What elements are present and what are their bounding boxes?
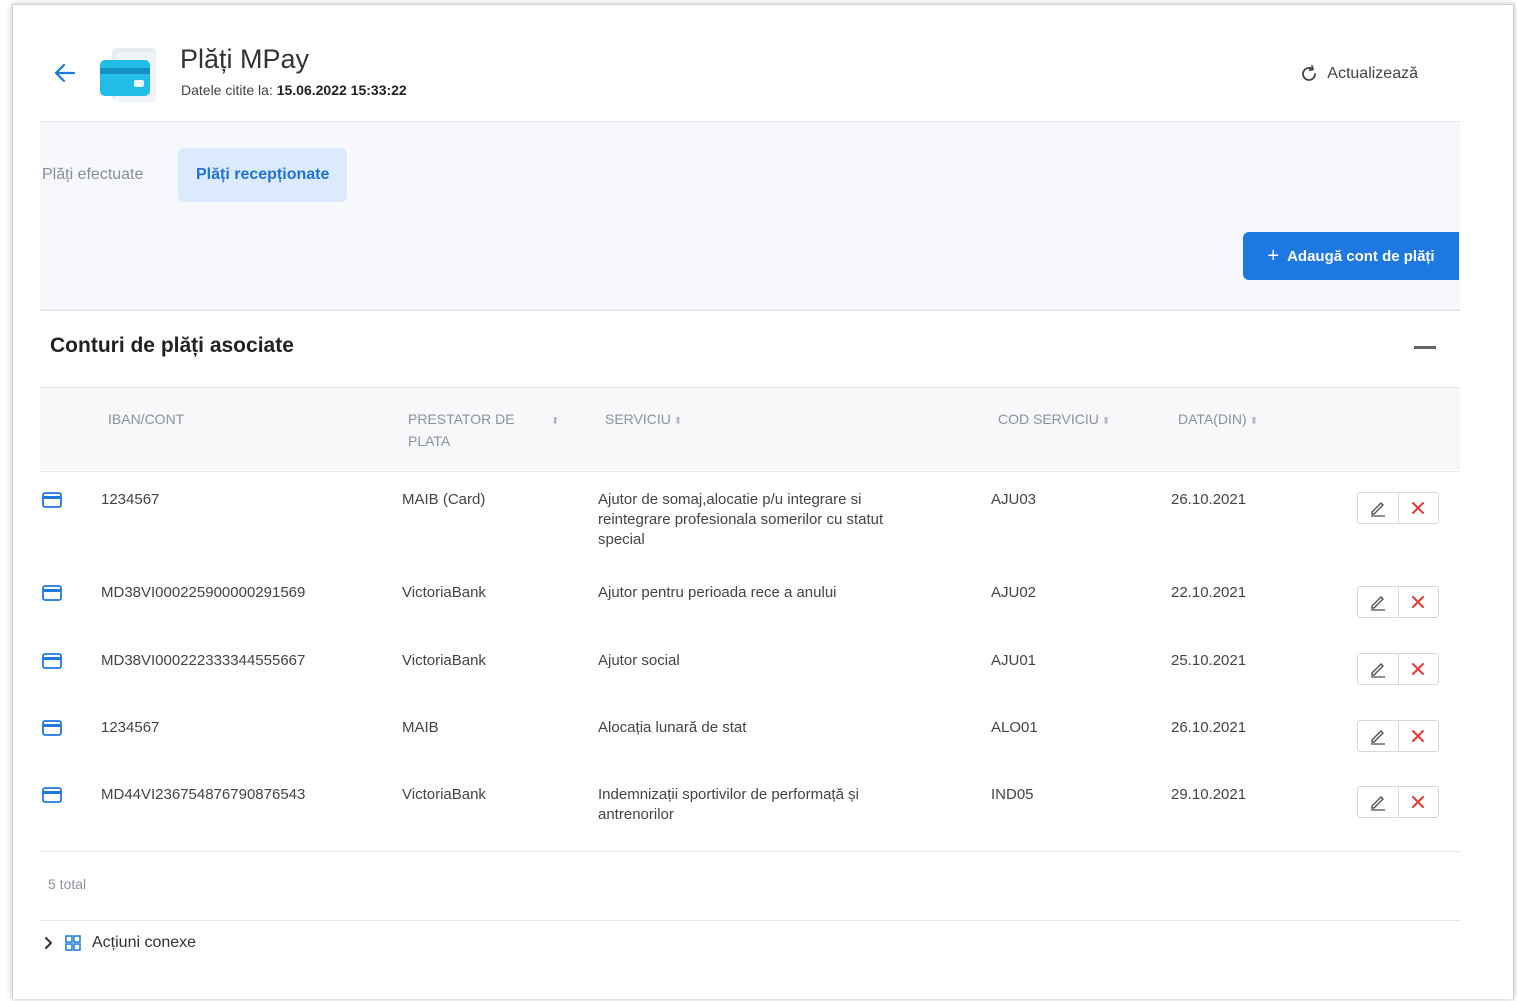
add-payment-account-label: Adaugă cont de plăți bbox=[1287, 247, 1435, 265]
cell-data: 25.10.2021 bbox=[1171, 652, 1247, 669]
related-actions-toggle[interactable]: Acțiuni conexe bbox=[44, 934, 196, 952]
cell-data: 22.10.2021 bbox=[1171, 584, 1247, 601]
table-header-divider bbox=[40, 471, 1460, 472]
plus-icon: + bbox=[1267, 244, 1280, 267]
column-header-cod-serviciu: COD SERVICIU ⬍ bbox=[998, 411, 1111, 427]
back-arrow-icon[interactable] bbox=[52, 60, 78, 86]
grid-icon bbox=[65, 935, 81, 951]
total-count: 5 total bbox=[48, 876, 87, 892]
cell-iban: MD38VI000225900000291569 bbox=[101, 584, 306, 601]
chevron-right-icon bbox=[45, 937, 52, 949]
column-header-prestator: PRESTATOR DE PLATA bbox=[408, 411, 515, 449]
section-divider bbox=[40, 309, 1460, 311]
cell-iban: 1234567 bbox=[101, 491, 160, 508]
refresh-button[interactable]: Actualizează bbox=[1299, 64, 1418, 84]
tab-payments-made[interactable]: Plăți efectuate bbox=[42, 148, 143, 202]
card-icon[interactable] bbox=[42, 787, 62, 803]
pencil-icon bbox=[1370, 663, 1385, 678]
table-header: IBAN/CONT PRESTATOR DE PLATA ⬍ SERVICIU ⬍… bbox=[40, 388, 1460, 470]
page-header: Plăți MPay Datele citite la: 15.06.2022 … bbox=[40, 40, 1460, 120]
cell-prestator: VictoriaBank bbox=[402, 584, 486, 601]
sort-cod-icon[interactable]: ⬍ bbox=[1102, 416, 1110, 427]
pencil-icon bbox=[1370, 730, 1385, 745]
last-read-label: Datele citite la: bbox=[181, 82, 273, 98]
edit-button[interactable] bbox=[1358, 654, 1398, 684]
card-icon[interactable] bbox=[42, 492, 62, 508]
cell-prestator: MAIB bbox=[402, 719, 439, 736]
delete-button[interactable] bbox=[1397, 787, 1439, 817]
delete-button[interactable] bbox=[1397, 654, 1439, 684]
sort-prestator-icon[interactable]: ⬍ bbox=[548, 408, 559, 433]
delete-button[interactable] bbox=[1397, 721, 1439, 751]
pencil-icon bbox=[1370, 596, 1385, 611]
cell-data: 29.10.2021 bbox=[1171, 786, 1247, 803]
cell-serviciu: Ajutor de somaj,alocatie p/u integrare s… bbox=[598, 491, 884, 548]
cell-iban: MD44VI236754876790876543 bbox=[101, 786, 306, 803]
cell-iban: 1234567 bbox=[101, 719, 160, 736]
card-icon[interactable] bbox=[42, 585, 62, 601]
row-actions bbox=[1357, 492, 1439, 524]
cell-serviciu: Indemnizații sportivilor de performață ș… bbox=[598, 786, 859, 823]
card-icon[interactable] bbox=[42, 653, 62, 669]
cell-prestator: MAIB (Card) bbox=[402, 491, 486, 508]
tab-payments-received[interactable]: Plăți recepționate bbox=[178, 148, 348, 202]
cell-prestator: VictoriaBank bbox=[402, 652, 486, 669]
pencil-icon bbox=[1370, 502, 1385, 517]
add-payment-account-button[interactable]: + Adaugă cont de plăți bbox=[1243, 232, 1459, 280]
edit-button[interactable] bbox=[1358, 787, 1398, 817]
collapse-section-icon[interactable] bbox=[1414, 346, 1436, 349]
row-actions bbox=[1357, 786, 1439, 818]
cell-iban: MD38VI000222333344555667 bbox=[101, 652, 306, 669]
cell-cod-serviciu: AJU01 bbox=[991, 652, 1037, 669]
table-bottom-divider bbox=[40, 851, 1460, 852]
cell-data: 26.10.2021 bbox=[1171, 719, 1247, 736]
card-icon[interactable] bbox=[42, 720, 62, 736]
column-header-serviciu: SERVICIU ⬍ bbox=[605, 411, 683, 427]
cell-cod-serviciu: AJU03 bbox=[991, 491, 1037, 508]
related-actions-label: Acțiuni conexe bbox=[92, 934, 197, 951]
last-read-info: Datele citite la: 15.06.2022 15:33:22 bbox=[181, 82, 407, 98]
close-icon bbox=[1412, 796, 1425, 808]
cell-cod-serviciu: AJU02 bbox=[991, 584, 1037, 601]
tabs-panel: Plăți efectuate Plăți recepționate + Ada… bbox=[40, 122, 1460, 308]
delete-button[interactable] bbox=[1397, 587, 1439, 617]
cell-serviciu: Ajutor social bbox=[598, 652, 680, 669]
cell-cod-serviciu: IND05 bbox=[991, 786, 1034, 803]
delete-button[interactable] bbox=[1397, 493, 1439, 523]
close-icon bbox=[1412, 663, 1425, 675]
refresh-label: Actualizează bbox=[1327, 65, 1418, 82]
refresh-icon bbox=[1302, 65, 1317, 81]
cell-prestator: VictoriaBank bbox=[402, 786, 486, 803]
close-icon bbox=[1412, 596, 1425, 608]
page-title: Plăți MPay bbox=[180, 44, 310, 74]
pencil-icon bbox=[1370, 796, 1385, 811]
sort-data-icon[interactable]: ⬍ bbox=[1250, 416, 1258, 427]
cell-serviciu: Ajutor pentru perioada rece a anului bbox=[598, 584, 837, 601]
close-icon bbox=[1412, 730, 1425, 742]
payment-card-icon bbox=[100, 48, 156, 102]
footer-divider bbox=[40, 920, 1460, 921]
cell-data: 26.10.2021 bbox=[1171, 491, 1247, 508]
row-actions bbox=[1357, 586, 1439, 618]
edit-button[interactable] bbox=[1358, 587, 1398, 617]
cell-serviciu: Alocația lunară de stat bbox=[598, 719, 747, 736]
sort-serviciu-icon[interactable]: ⬍ bbox=[674, 416, 682, 427]
cell-cod-serviciu: ALO01 bbox=[991, 719, 1038, 736]
column-header-data: DATA(DIN) ⬍ bbox=[1178, 411, 1259, 427]
row-actions bbox=[1357, 653, 1439, 685]
column-header-iban: IBAN/CONT bbox=[108, 411, 185, 427]
edit-button[interactable] bbox=[1358, 493, 1398, 523]
section-title: Conturi de plăți asociate bbox=[50, 334, 294, 357]
row-actions bbox=[1357, 720, 1439, 752]
close-icon bbox=[1412, 502, 1425, 514]
last-read-timestamp: 15.06.2022 15:33:22 bbox=[276, 82, 407, 98]
edit-button[interactable] bbox=[1358, 721, 1398, 751]
